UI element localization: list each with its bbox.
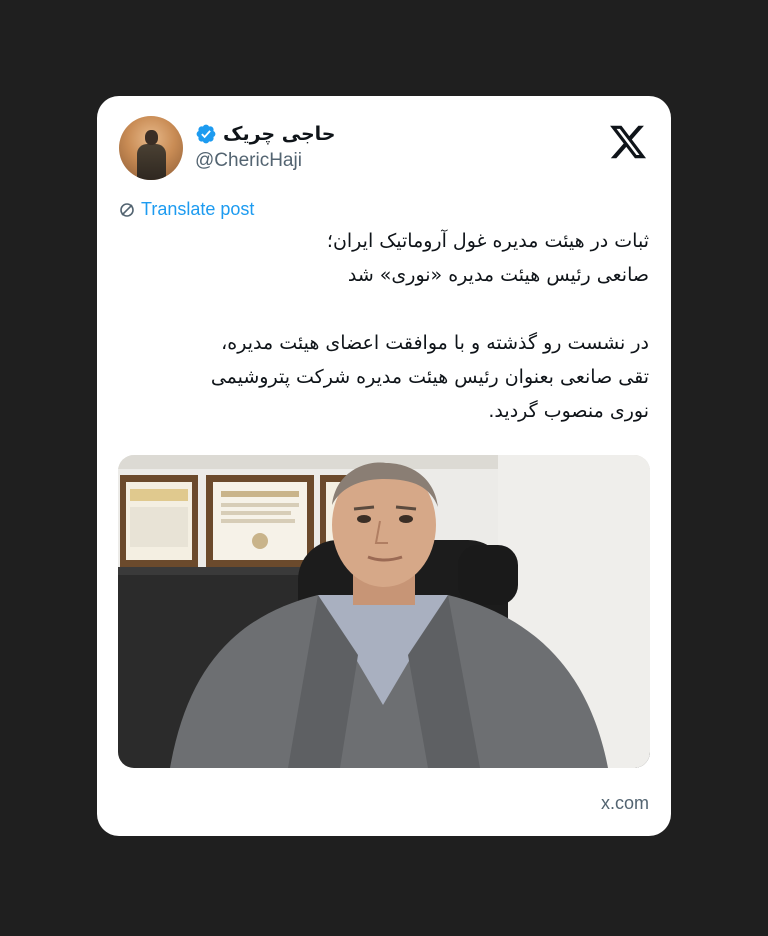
portrait-illustration [118,455,650,768]
translate-icon [120,202,134,217]
avatar-figure-head [145,130,158,145]
tweet-photo[interactable] [118,455,650,768]
translate-post-label: Translate post [141,199,255,219]
translate-post-link[interactable]: Translate post [119,199,254,220]
tweet-card[interactable]: حاجی چریک @ChericHaji Translate post ثبا… [97,96,671,836]
author-display-name[interactable]: حاجی چریک [223,123,335,145]
author-block: حاجی چریک @ChericHaji [195,120,335,172]
tweet-text-line: ثبات در هیئت مدیره غول آروماتیک ایران؛ [326,230,649,252]
tweet-text-line: صانعی رئیس هیئت مدیره «نوری» شد [347,264,649,286]
tweet-text-line: تقی صانعی بعنوان رئیس هیئت مدیره شرکت پت… [210,366,649,388]
tweet-header: حاجی چریک @ChericHaji [119,116,649,180]
verified-badge-icon [196,124,216,144]
tweet-text-line: در نشست رو گذشته و با موافقت اعضای هیئت … [221,332,649,354]
tweet-text: ثبات در هیئت مدیره غول آروماتیک ایران؛ ص… [119,224,649,428]
avatar-figure-body [137,144,166,180]
author-handle[interactable]: @ChericHaji [195,150,335,172]
avatar[interactable] [119,116,183,180]
x-logo-icon[interactable] [607,122,649,162]
source-domain[interactable]: x.com [601,793,649,814]
author-name-row: حاجی چریک [195,120,335,148]
tweet-text-line: نوری منصوب گردید. [488,400,649,422]
